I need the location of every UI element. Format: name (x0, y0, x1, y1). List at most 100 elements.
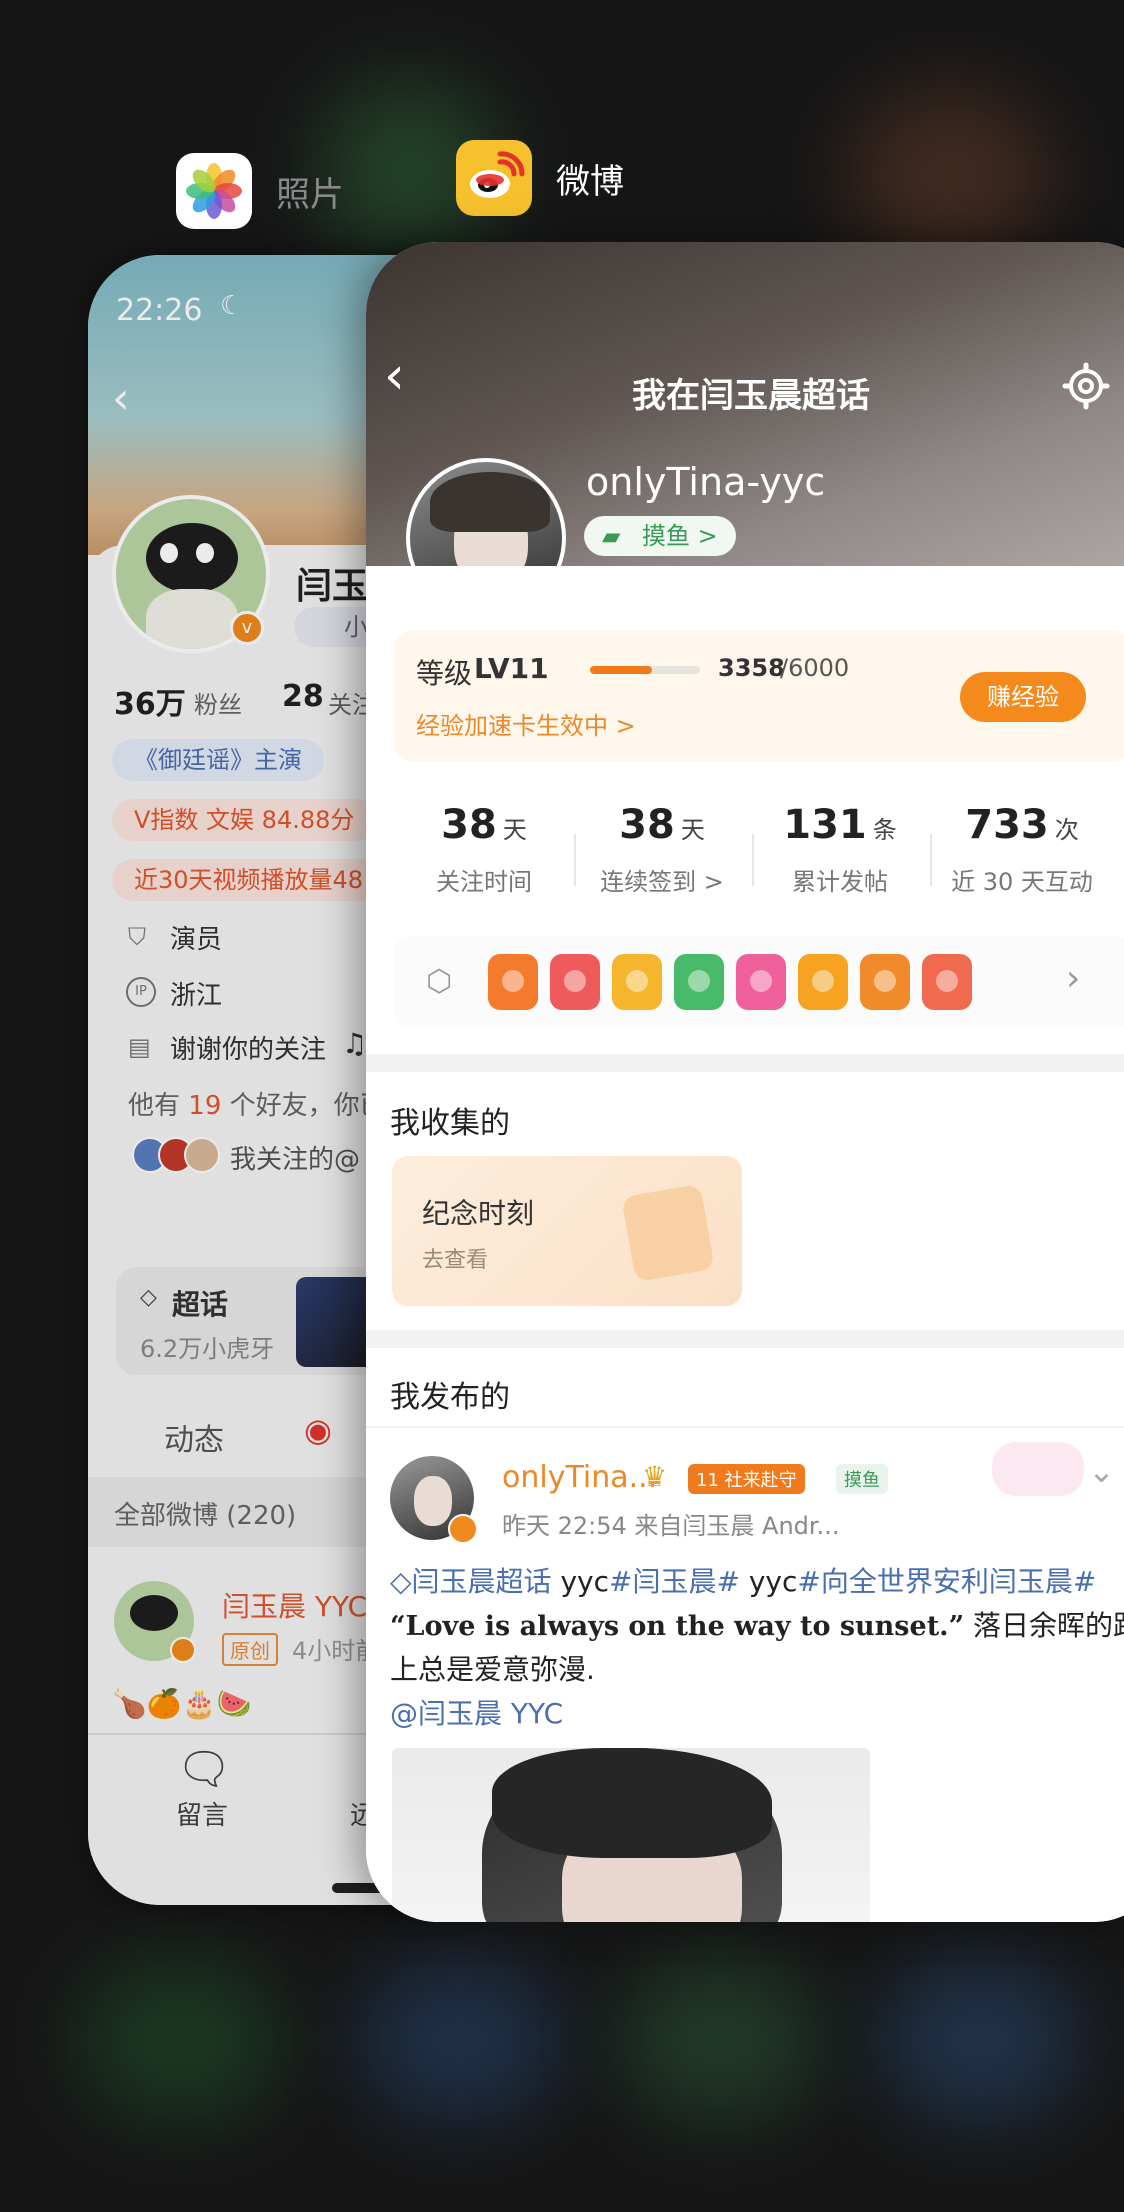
stat-num: 38 (441, 802, 497, 848)
profile-chip-label: 小 (344, 613, 368, 641)
speedup-link[interactable]: 经验加速卡生效中 > (416, 706, 636, 741)
app-card-weibo[interactable]: ‹ 我在闫玉晨超话 onlyTina-yyc ▰ 摸鱼 > 等级 LV11 33… (366, 242, 1124, 1922)
post-text: yyc (739, 1565, 798, 1598)
app-label-weibo[interactable]: 微博 (456, 140, 624, 216)
badge-icon (798, 954, 848, 1010)
supertopic-sub: 6.2万小虎牙 (140, 1335, 275, 1363)
stat-num: 733 (965, 802, 1049, 848)
verified-icon (448, 1514, 478, 1544)
badge-icon (550, 954, 600, 1010)
comment-icon[interactable]: 🗨 (176, 1743, 232, 1795)
photos-icon (176, 153, 252, 229)
badge-icon (736, 954, 786, 1010)
settings-icon[interactable] (1062, 362, 1110, 410)
collected-title: 我收集的 (390, 1106, 510, 1141)
level-progress-fill (590, 666, 652, 674)
post-meta: 昨天 22:54 来自闫玉晨 Andr... (502, 1512, 840, 1540)
calendar-icon (621, 1183, 715, 1283)
post-quote: “Love is always on the way to sunset.” (390, 1611, 965, 1642)
original-badge: 原创 (222, 1633, 278, 1666)
mention-link[interactable]: @闫玉晨 YYC (390, 1692, 563, 1736)
all-posts[interactable]: 全部微博 (220) (114, 1495, 296, 1532)
fish-tag[interactable]: ▰ 摸鱼 > (584, 516, 736, 556)
stat-num: 131 (783, 802, 867, 848)
follow-also[interactable]: 我关注的@ (230, 1139, 360, 1176)
verified-icon (170, 1637, 196, 1663)
stat-unit: 天 (502, 816, 527, 844)
app-label-photos[interactable]: 照片 (176, 153, 344, 229)
memorial-card[interactable]: 纪念时刻 去查看 (392, 1156, 742, 1306)
level-card: 等级 LV11 3358 /6000 经验加速卡生效中 > 赚经验 (394, 630, 1124, 762)
stat-label: 累计发帖 (792, 868, 888, 896)
verified-icon: v (230, 611, 264, 645)
stat-checkin[interactable]: 38 天 连续签到 > (572, 802, 752, 897)
info-region: 浙江 (170, 981, 223, 1011)
post-author[interactable]: 闫玉晨 YYC (222, 1585, 367, 1625)
follow-count: 28 (282, 679, 324, 714)
badge-icon (488, 954, 538, 1010)
play-stat-tag[interactable]: 近30天视频播放量48 (112, 859, 386, 901)
post-image[interactable] (392, 1748, 870, 1922)
drama-tag[interactable]: 《御廷谣》主演 (112, 739, 324, 781)
weibo-tab-icon[interactable]: ◉ (304, 1411, 332, 1449)
comment-label[interactable]: 留言 (176, 1795, 228, 1832)
post-line-2: “Love is always on the way to sunset.” 落… (390, 1604, 1124, 1649)
background-blur (850, 90, 1050, 260)
memorial-sub: 去查看 (422, 1248, 489, 1273)
profile-name: 闫玉 (296, 566, 369, 607)
crown-icon: ♛ (642, 1460, 668, 1493)
post-line-3: 上总是爱意弥漫. (390, 1653, 595, 1686)
stat-unit: 天 (680, 816, 705, 844)
stat-label: 关注时间 (436, 868, 532, 896)
app-name-photos: 照片 (276, 174, 344, 215)
badge-icon (674, 954, 724, 1010)
friend-avatar (184, 1137, 220, 1173)
post-text: yyc (551, 1565, 609, 1598)
fish-icon: ▰ (602, 522, 621, 550)
hashtag-link[interactable]: #向全世界安利闫玉晨# (797, 1565, 1096, 1598)
bunny-decoration (992, 1442, 1084, 1496)
chevron-down-icon[interactable]: ⌄ (1088, 1452, 1115, 1490)
stat-interactions: 733 次 近 30 天互动 (932, 802, 1112, 897)
friends-line[interactable]: 他有 19 个好友，你已 (128, 1085, 386, 1122)
back-icon[interactable]: ‹ (384, 350, 405, 402)
weibo-icon (456, 140, 532, 216)
post-line-1: ◇闫玉晨超话 yyc#闫玉晨# yyc#向全世界安利闫玉晨# (390, 1560, 1096, 1604)
info-bio: 谢谢你的关注 (170, 1035, 327, 1065)
level-current: 3358 (718, 654, 785, 682)
back-icon[interactable]: ‹ (112, 373, 130, 424)
friends-pre: 他有 (128, 1091, 181, 1121)
section-divider (366, 1054, 1124, 1072)
stat-unit: 条 (872, 816, 897, 844)
badge-icon (922, 954, 972, 1010)
tab-dynamic[interactable]: 动态 (164, 1415, 224, 1459)
medal-icon: ⬡ (426, 964, 453, 999)
badge-icon (612, 954, 662, 1010)
stat-posts: 131 条 累计发帖 (750, 802, 930, 897)
earn-exp-button[interactable]: 赚经验 (960, 672, 1086, 722)
post-emojis: 🍗🍊🎂🍉 (112, 1687, 252, 1720)
stat-num: 38 (619, 802, 675, 848)
chevron-right-icon[interactable]: › (1066, 958, 1080, 999)
diamond-icon: ◇ (390, 1565, 412, 1598)
supertopic-link[interactable]: 闫玉晨超话 (412, 1565, 552, 1598)
hashtag-link[interactable]: #闫玉晨# (609, 1565, 740, 1598)
document-icon: ▤ (128, 1033, 151, 1061)
fish-badge: 摸鱼 (836, 1464, 888, 1494)
keeper-badge: 11 社来赴守 (688, 1464, 805, 1494)
badge-icon (860, 954, 910, 1010)
stat-label: 近 30 天互动 (951, 868, 1093, 896)
published-title: 我发布的 (390, 1380, 510, 1415)
stat-label: 连续签到 > (600, 868, 724, 896)
username[interactable]: onlyTina-yyc (586, 460, 825, 504)
stat-unit: 次 (1054, 816, 1079, 844)
moon-icon: ☾ (220, 291, 244, 321)
fish-tag-label: 摸鱼 > (642, 522, 718, 550)
background-blur (360, 1960, 560, 2120)
background-blur (620, 1960, 820, 2120)
stat-follow-days: 38 天 关注时间 (394, 802, 574, 897)
ip-icon: IP (126, 977, 156, 1007)
v-index-tag[interactable]: V指数 文娱 84.88分 (112, 799, 377, 841)
post-author[interactable]: onlyTina... (502, 1460, 657, 1495)
background-blur (80, 1960, 280, 2120)
